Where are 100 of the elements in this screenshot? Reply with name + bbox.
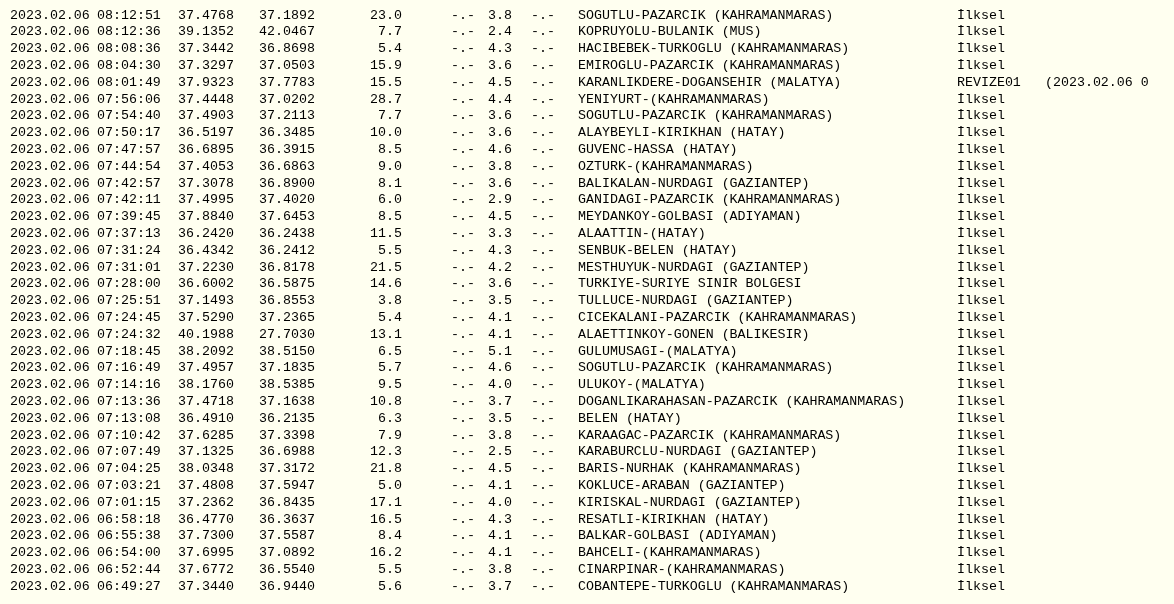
table-cell: 4.5 xyxy=(488,209,512,226)
table-cell: 2023.02.06 xyxy=(10,24,90,42)
table-cell: 42.0467 xyxy=(259,24,315,42)
table-cell: 36.2135 xyxy=(259,410,315,428)
table-cell: 2023.02.06 xyxy=(10,192,90,210)
table-cell: REVIZE01 xyxy=(957,74,1021,92)
table-cell: 10.0 xyxy=(370,125,402,142)
table-cell: İlksel xyxy=(957,427,1005,445)
table-cell: 3.8 xyxy=(488,158,512,176)
table-cell: CICEKALANI-PAZARCIK (KAHRAMANMARAS) xyxy=(578,309,858,327)
table-cell: 37.1892 xyxy=(259,7,315,25)
table-cell: 5.7 xyxy=(378,360,402,378)
table-cell: 37.0202 xyxy=(259,91,315,109)
table-cell: İlksel xyxy=(957,528,1005,546)
table-cell: 4.1 xyxy=(488,326,512,344)
table-cell: İlksel xyxy=(957,444,1005,462)
table-cell: 2023.02.06 xyxy=(10,158,90,176)
table-cell: 3.7 xyxy=(488,578,512,596)
table-cell: 2023.02.06 xyxy=(10,578,90,596)
table-cell: 8.4 xyxy=(378,528,402,546)
table-cell: 14.6 xyxy=(370,276,402,294)
table-cell: -.- xyxy=(451,461,475,478)
table-cell: 37.3440 xyxy=(178,578,234,596)
table-cell: 2023.02.06 xyxy=(10,91,90,109)
table-cell: 36.5540 xyxy=(259,561,315,579)
table-cell: -.- xyxy=(451,326,475,344)
table-cell: RESATLI-KIRIKHAN (HATAY) xyxy=(578,511,770,529)
table-cell: ALAYBEYLI-KIRIKHAN (HATAY) xyxy=(578,125,786,142)
table-cell: 37.1493 xyxy=(178,293,234,310)
table-cell: 2023.02.06 xyxy=(10,41,90,58)
table-cell: 3.7 xyxy=(488,393,512,411)
table-cell: 37.3398 xyxy=(259,427,315,445)
table-cell: İlksel xyxy=(957,259,1005,277)
table-cell: 6.3 xyxy=(378,410,402,428)
table-cell: İlksel xyxy=(957,158,1005,176)
table-cell: İlksel xyxy=(957,511,1005,529)
table-cell: SOGUTLU-PAZARCIK (KAHRAMANMARAS) xyxy=(578,360,834,378)
table-cell: ALAETTINKOY-GONEN (BALIKESIR) xyxy=(578,326,810,344)
table-cell: 37.1638 xyxy=(259,393,315,411)
table-cell: 3.8 xyxy=(488,427,512,445)
table-cell: 2023.02.06 xyxy=(10,494,90,512)
table-cell: 2023.02.06 xyxy=(10,276,90,294)
table-cell: BALKAR-GOLBASI (ADIYAMAN) xyxy=(578,528,778,546)
table-cell: 37.0503 xyxy=(259,58,315,75)
table-cell: 37.7783 xyxy=(259,74,315,92)
table-cell: 36.2438 xyxy=(259,225,315,243)
table-cell: -.- xyxy=(451,578,475,596)
table-cell: KARABURCLU-NURDAGI (GAZIANTEP) xyxy=(578,444,818,462)
table-cell: 07:01:15 xyxy=(97,494,161,512)
table-cell: BELEN (HATAY) xyxy=(578,410,682,428)
table-cell: 10.8 xyxy=(370,393,402,411)
table-cell: -.- xyxy=(531,125,555,142)
table-cell: 37.9323 xyxy=(178,74,234,92)
table-cell: -.- xyxy=(531,427,555,445)
table-cell: 13.1 xyxy=(370,326,402,344)
table-cell: 36.3637 xyxy=(259,511,315,529)
table-cell: 37.3078 xyxy=(178,175,234,193)
table-cell: 16.5 xyxy=(370,511,402,529)
table-cell: 36.8435 xyxy=(259,494,315,512)
table-cell: 07:37:13 xyxy=(97,225,161,243)
table-cell: -.- xyxy=(531,158,555,176)
table-cell: 37.1835 xyxy=(259,360,315,378)
table-cell: -.- xyxy=(531,108,555,126)
table-cell: -.- xyxy=(451,410,475,428)
table-cell: İlksel xyxy=(957,24,1005,42)
table-cell: 36.8900 xyxy=(259,175,315,193)
table-cell: 4.4 xyxy=(488,91,512,109)
table-cell: İlksel xyxy=(957,578,1005,596)
table-cell: 36.5875 xyxy=(259,276,315,294)
table-cell: -.- xyxy=(451,141,475,159)
table-cell: 2023.02.06 xyxy=(10,427,90,445)
table-cell: -.- xyxy=(451,477,475,495)
table-cell: 40.1988 xyxy=(178,326,234,344)
table-cell: 2023.02.06 xyxy=(10,343,90,361)
table-cell: 06:55:38 xyxy=(97,528,161,546)
table-cell: 07:04:25 xyxy=(97,461,161,478)
table-cell: 9.0 xyxy=(378,158,402,176)
table-cell: 36.5197 xyxy=(178,125,234,142)
table-cell: İlksel xyxy=(957,545,1005,562)
table-cell: -.- xyxy=(451,393,475,411)
table-cell: 4.6 xyxy=(488,360,512,378)
table-cell: 6.5 xyxy=(378,343,402,361)
table-cell: 15.5 xyxy=(370,74,402,92)
table-cell: (2023.02.06 0 xyxy=(1045,74,1149,92)
table-cell: 4.3 xyxy=(488,41,512,58)
table-cell: 28.7 xyxy=(370,91,402,109)
table-cell: -.- xyxy=(531,74,555,92)
table-cell: 2023.02.06 xyxy=(10,7,90,25)
table-cell: 12.3 xyxy=(370,444,402,462)
table-cell: -.- xyxy=(451,561,475,579)
table-cell: 4.1 xyxy=(488,545,512,562)
table-cell: SOGUTLU-PAZARCIK (KAHRAMANMARAS) xyxy=(578,7,834,25)
table-cell: 36.6002 xyxy=(178,276,234,294)
table-cell: 37.6453 xyxy=(259,209,315,226)
table-cell: DOGANLIKARAHASAN-PAZARCIK (KAHRAMANMARAS) xyxy=(578,393,906,411)
table-cell: -.- xyxy=(531,309,555,327)
table-cell: 4.1 xyxy=(488,477,512,495)
table-cell: 37.6285 xyxy=(178,427,234,445)
table-cell: 11.5 xyxy=(370,225,402,243)
table-cell: 4.6 xyxy=(488,141,512,159)
